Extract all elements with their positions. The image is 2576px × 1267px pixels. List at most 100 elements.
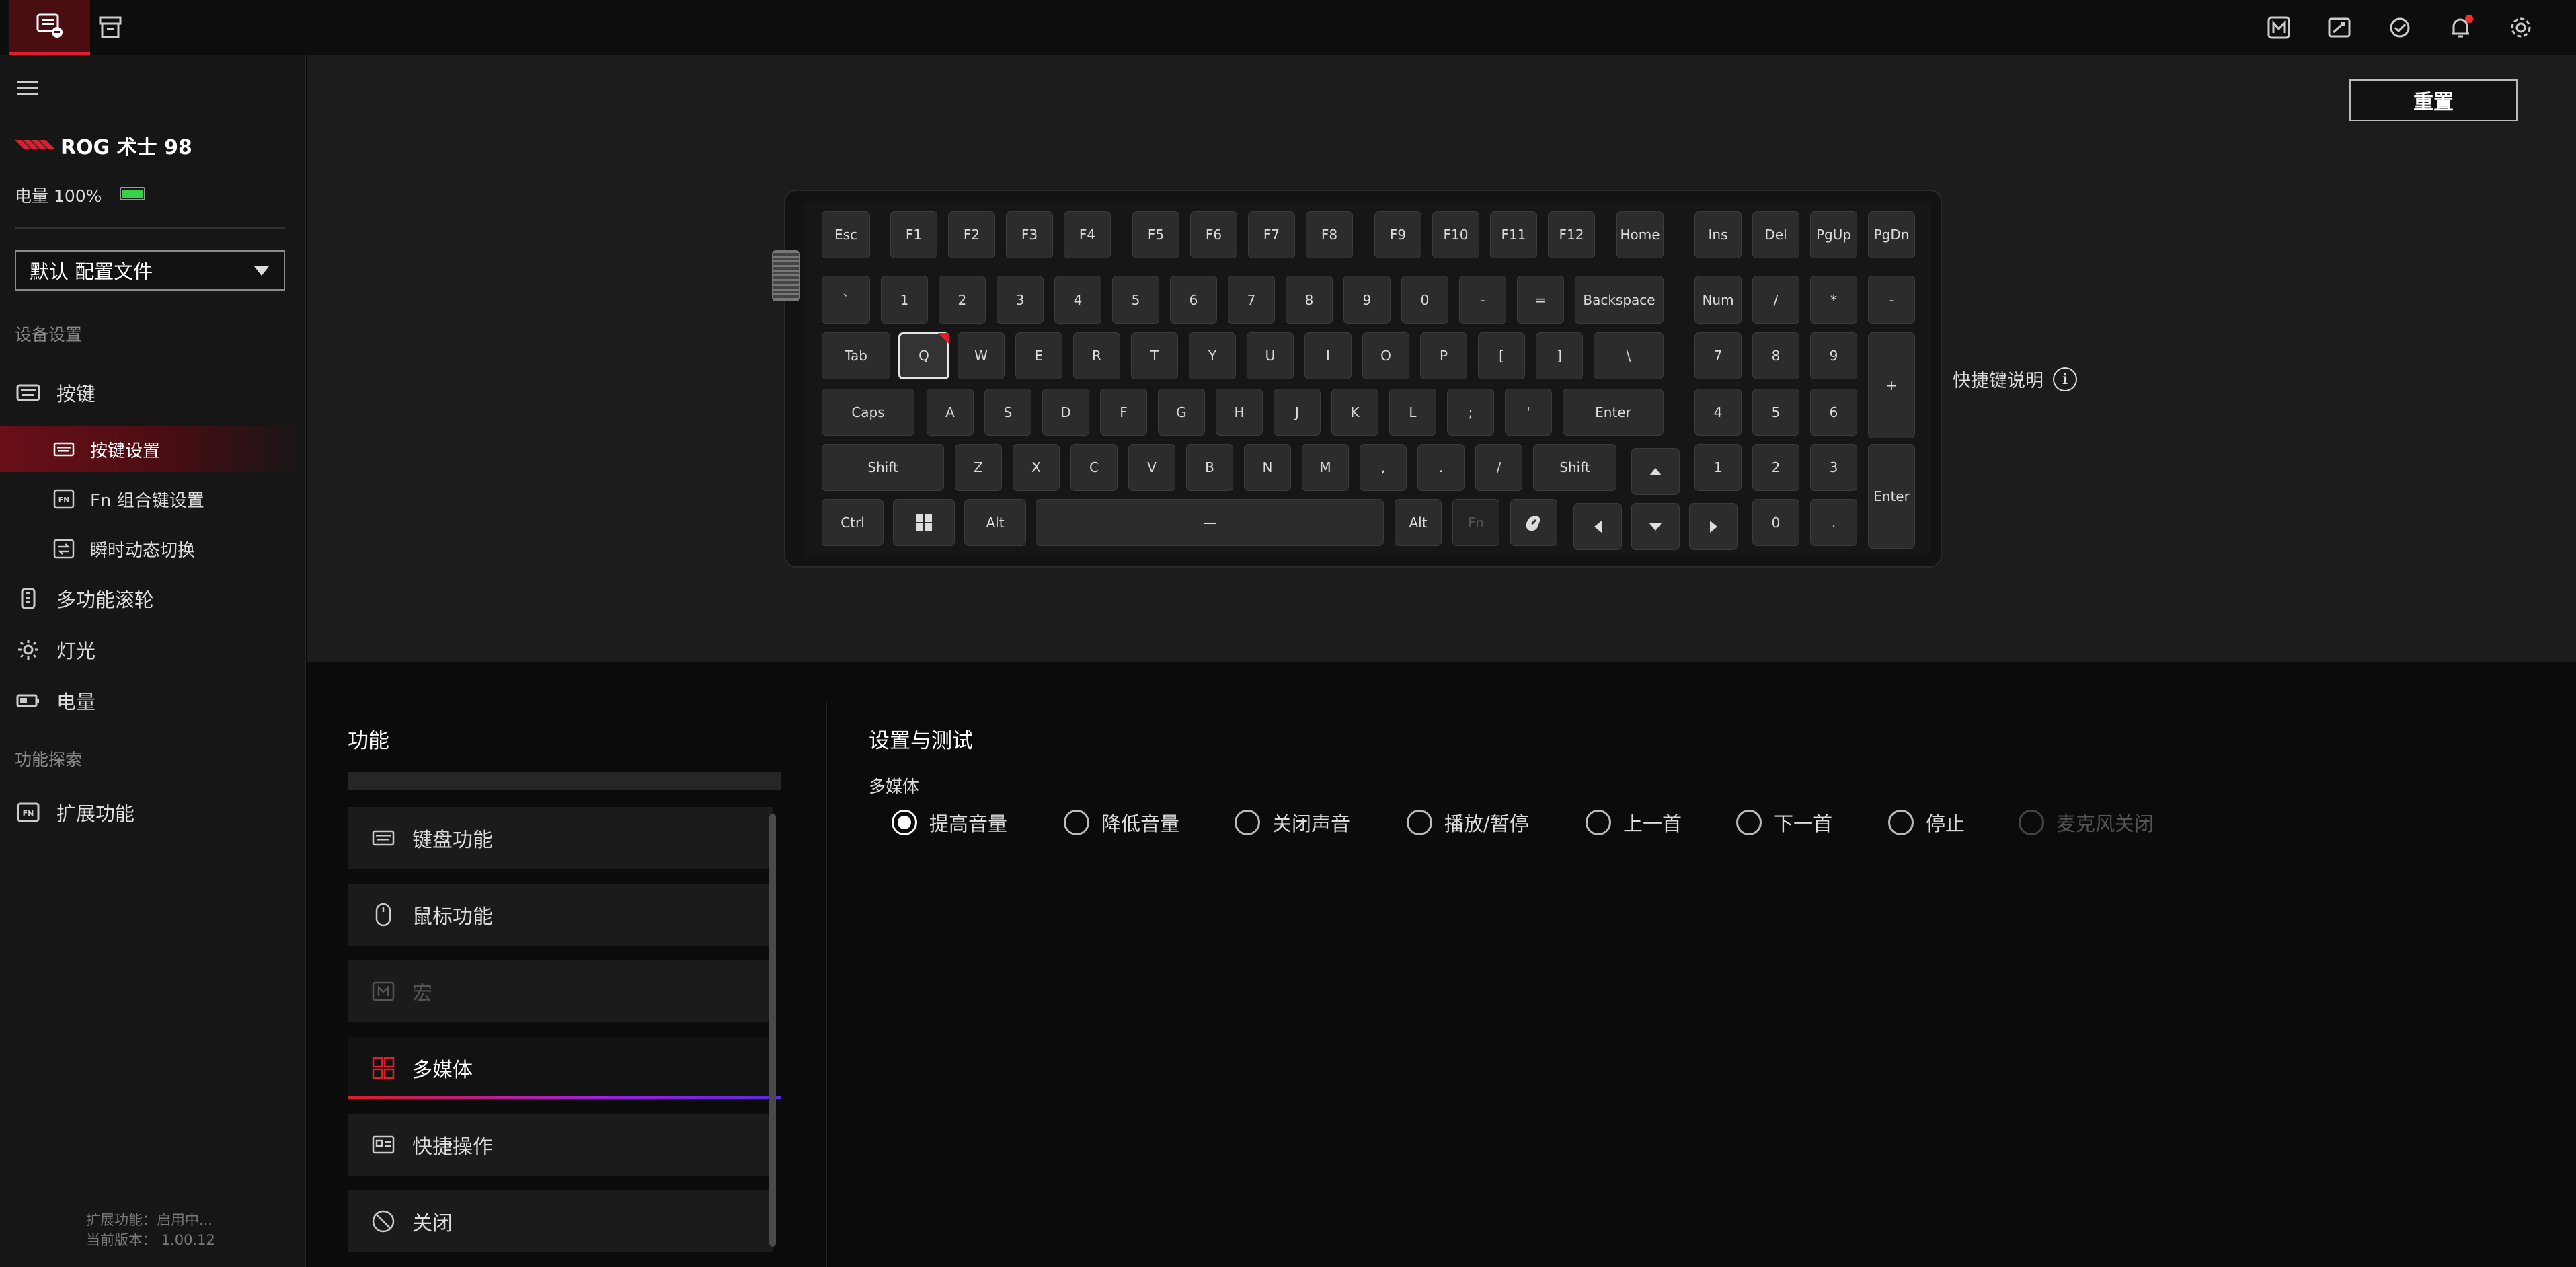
key-arrow-down[interactable]: [1631, 503, 1680, 550]
key-pgup[interactable]: PgUp: [1810, 211, 1857, 258]
functions-scrollbar[interactable]: [769, 814, 776, 1247]
key-caps[interactable]: Caps: [822, 389, 914, 436]
edit-button[interactable]: [2321, 9, 2357, 46]
key-f5[interactable]: F5: [1132, 211, 1179, 258]
key-w[interactable]: W: [958, 332, 1005, 379]
key-left-bracket[interactable]: [: [1478, 332, 1525, 379]
key-o[interactable]: O: [1362, 332, 1409, 379]
key-r[interactable]: R: [1073, 332, 1120, 379]
key-t[interactable]: T: [1131, 332, 1178, 379]
key-del[interactable]: Del: [1752, 211, 1799, 258]
key-numpad-enter[interactable]: Enter: [1868, 444, 1915, 549]
key-right-alt[interactable]: Alt: [1395, 499, 1442, 546]
key-space[interactable]: —: [1036, 499, 1384, 546]
sidebar-item-power[interactable]: 电量: [0, 678, 305, 724]
function-item-mouse[interactable]: 鼠标功能: [348, 884, 773, 946]
key-h[interactable]: H: [1216, 389, 1263, 436]
key-1[interactable]: 1: [881, 276, 928, 324]
key-numpad-dot[interactable]: .: [1810, 499, 1857, 546]
key-pgdn[interactable]: PgDn: [1868, 211, 1915, 258]
key-6[interactable]: 6: [1170, 276, 1217, 324]
key-tab[interactable]: Tab: [822, 332, 890, 379]
radio-next-track[interactable]: 下一首: [1736, 808, 1832, 837]
key-numpad-minus[interactable]: -: [1868, 276, 1915, 324]
key-z[interactable]: Z: [955, 444, 1002, 491]
key-u[interactable]: U: [1247, 332, 1294, 379]
key-numpad-plus[interactable]: +: [1868, 332, 1915, 438]
function-item-disable[interactable]: 关闭: [348, 1190, 773, 1252]
radio-volume-up[interactable]: 提高音量: [892, 808, 1007, 837]
key-numpad-1[interactable]: 1: [1694, 444, 1742, 491]
key-slash[interactable]: /: [1475, 444, 1522, 491]
key-f3[interactable]: F3: [1006, 211, 1053, 258]
key-f7[interactable]: F7: [1248, 211, 1295, 258]
key-numpad-7[interactable]: 7: [1694, 332, 1742, 379]
key-arrow-up[interactable]: [1631, 448, 1680, 495]
key-enter[interactable]: Enter: [1563, 389, 1664, 436]
key-v[interactable]: V: [1128, 444, 1175, 491]
key-backslash[interactable]: \: [1594, 332, 1664, 379]
key-quote[interactable]: ': [1505, 389, 1552, 436]
sidebar-item-fn-combo[interactable]: FN Fn 组合键设置: [0, 476, 305, 522]
key-copilot[interactable]: [1510, 499, 1557, 546]
key-2[interactable]: 2: [939, 276, 986, 324]
sidebar-item-keys[interactable]: 按键: [0, 370, 305, 416]
sidebar-item-extension[interactable]: FN 扩展功能: [0, 790, 305, 835]
key-period[interactable]: .: [1417, 444, 1465, 491]
key-y[interactable]: Y: [1189, 332, 1236, 379]
function-item-shortcut[interactable]: 快捷操作: [348, 1114, 773, 1176]
key-s[interactable]: S: [984, 389, 1031, 436]
key-backspace[interactable]: Backspace: [1575, 276, 1664, 324]
key-numpad-2[interactable]: 2: [1752, 444, 1799, 491]
radio-mute[interactable]: 关闭声音: [1235, 808, 1350, 837]
key-k[interactable]: K: [1331, 389, 1378, 436]
key-numpad-5[interactable]: 5: [1752, 389, 1799, 436]
key-ins[interactable]: Ins: [1694, 211, 1742, 258]
key-g[interactable]: G: [1158, 389, 1205, 436]
key-3[interactable]: 3: [997, 276, 1044, 324]
key-esc[interactable]: Esc: [822, 211, 870, 258]
key-f4[interactable]: F4: [1064, 211, 1111, 258]
key-arrow-right[interactable]: [1689, 503, 1738, 550]
key-f2[interactable]: F2: [948, 211, 995, 258]
radio-play-pause[interactable]: 播放/暂停: [1407, 808, 1529, 837]
settings-button[interactable]: [2503, 9, 2539, 46]
key-arrow-left[interactable]: [1573, 503, 1622, 550]
sidebar-item-lighting[interactable]: 灯光: [0, 627, 305, 673]
key-win[interactable]: [893, 499, 955, 546]
key-f[interactable]: F: [1100, 389, 1147, 436]
key-numpad-6[interactable]: 6: [1810, 389, 1857, 436]
shortcut-help-link[interactable]: 快捷键说明 i: [1953, 366, 2077, 392]
key-e[interactable]: E: [1015, 332, 1062, 379]
key-right-bracket[interactable]: ]: [1536, 332, 1583, 379]
sidebar-item-wheel[interactable]: 多功能滚轮: [0, 576, 305, 621]
key-ctrl[interactable]: Ctrl: [822, 499, 884, 546]
key-m[interactable]: M: [1302, 444, 1349, 491]
key-numpad-3[interactable]: 3: [1810, 444, 1857, 491]
macro-button[interactable]: [2261, 9, 2297, 46]
key-5[interactable]: 5: [1112, 276, 1159, 324]
radio-previous-track[interactable]: 上一首: [1586, 808, 1682, 837]
key-x[interactable]: X: [1013, 444, 1060, 491]
key-left-shift[interactable]: Shift: [822, 444, 944, 491]
menu-toggle-button[interactable]: [15, 75, 42, 102]
key-f11[interactable]: F11: [1490, 211, 1537, 258]
key-d[interactable]: D: [1042, 389, 1089, 436]
function-item-multimedia[interactable]: 多媒体: [348, 1037, 781, 1099]
key-f1[interactable]: F1: [890, 211, 937, 258]
key-0[interactable]: 0: [1401, 276, 1448, 324]
key-c[interactable]: C: [1070, 444, 1118, 491]
key-minus[interactable]: -: [1459, 276, 1506, 324]
key-b[interactable]: B: [1186, 444, 1233, 491]
key-numpad-slash[interactable]: /: [1752, 276, 1799, 324]
key-numpad-0[interactable]: 0: [1752, 499, 1799, 546]
notification-button[interactable]: [2442, 9, 2479, 46]
key-7[interactable]: 7: [1228, 276, 1275, 324]
key-semicolon[interactable]: ;: [1447, 389, 1494, 436]
key-f9[interactable]: F9: [1374, 211, 1421, 258]
key-f8[interactable]: F8: [1306, 211, 1353, 258]
key-4[interactable]: 4: [1054, 276, 1101, 324]
multi-function-knob[interactable]: [772, 250, 800, 301]
key-numpad-8[interactable]: 8: [1752, 332, 1799, 379]
key-f6[interactable]: F6: [1190, 211, 1237, 258]
